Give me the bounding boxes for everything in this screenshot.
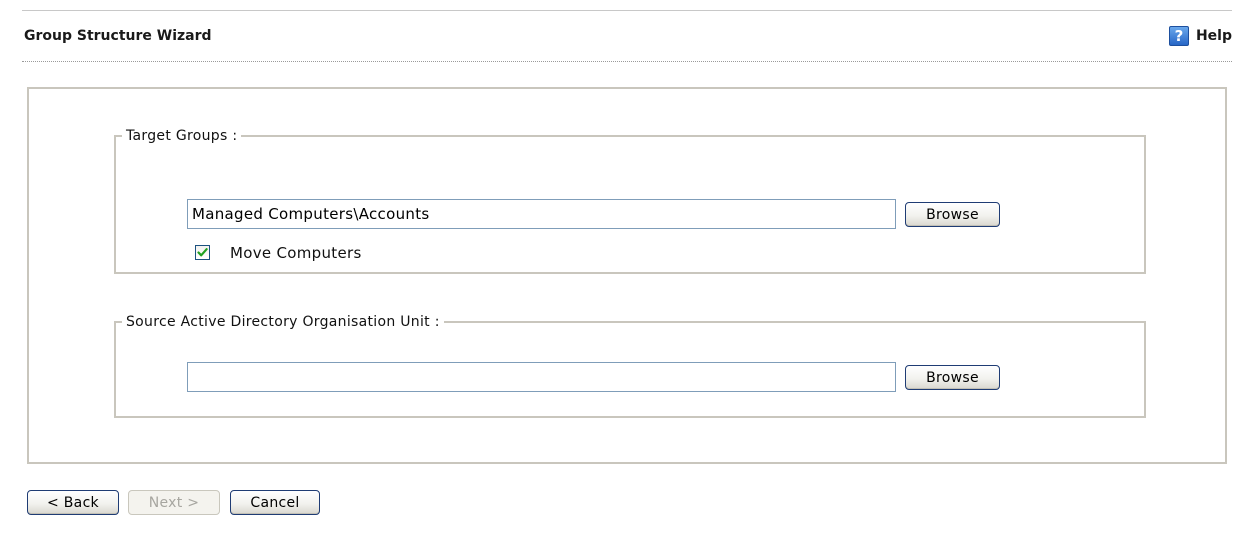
- help-link[interactable]: ? Help: [1168, 26, 1232, 46]
- target-browse-button[interactable]: Browse: [905, 202, 1000, 227]
- top-divider: [22, 10, 1232, 11]
- target-groups-fieldset: Target Groups : Browse Move Computers: [114, 128, 1146, 274]
- move-computers-checkbox[interactable]: [195, 245, 210, 260]
- page-title: Group Structure Wizard: [24, 28, 212, 44]
- source-ou-legend: Source Active Directory Organisation Uni…: [126, 314, 440, 330]
- checkmark-icon: [197, 248, 208, 257]
- source-ou-input[interactable]: [187, 362, 896, 392]
- source-browse-button[interactable]: Browse: [905, 365, 1000, 390]
- help-icon[interactable]: ?: [1168, 26, 1189, 46]
- target-group-input[interactable]: [187, 199, 896, 229]
- back-button[interactable]: < Back: [27, 490, 119, 515]
- next-button[interactable]: Next >: [128, 490, 220, 515]
- header-divider: [22, 61, 1232, 62]
- move-computers-label[interactable]: Move Computers: [230, 244, 362, 262]
- target-groups-legend: Target Groups :: [126, 128, 238, 144]
- cancel-button[interactable]: Cancel: [230, 490, 320, 515]
- help-label[interactable]: Help: [1196, 28, 1232, 44]
- source-ou-fieldset: Source Active Directory Organisation Uni…: [114, 314, 1146, 418]
- wizard-header: Group Structure Wizard ? Help: [24, 26, 1232, 52]
- wizard-panel: Target Groups : Browse Move Computers So…: [27, 87, 1227, 464]
